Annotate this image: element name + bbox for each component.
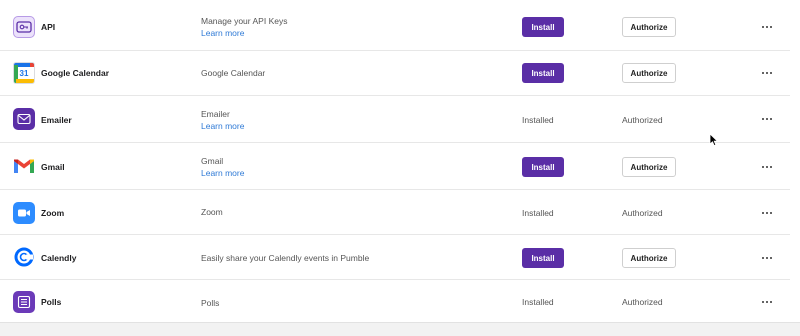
more-options-icon[interactable] [759, 253, 775, 263]
learn-more-link[interactable]: Learn more [201, 167, 244, 179]
integration-description: Polls [201, 297, 219, 309]
mouse-pointer-icon [709, 133, 719, 147]
integration-row-api: API Manage your API Keys Learn more Inst… [0, 0, 790, 51]
polls-icon [13, 291, 35, 313]
authorize-button[interactable]: Authorize [622, 248, 676, 268]
integration-name: Calendly [41, 253, 77, 263]
description-text: Gmail [201, 156, 224, 166]
description-text: Emailer [201, 109, 230, 119]
authorized-status: Authorized [622, 115, 663, 125]
api-icon [13, 16, 35, 38]
install-button[interactable]: Install [522, 248, 564, 268]
installed-status: Installed [522, 115, 554, 125]
learn-more-link[interactable]: Learn more [201, 27, 287, 39]
integration-description: Google Calendar [201, 67, 265, 79]
more-options-icon[interactable] [759, 68, 775, 78]
authorized-status: Authorized [622, 208, 663, 218]
install-button[interactable]: Install [522, 63, 564, 83]
authorize-button[interactable]: Authorize [622, 17, 676, 37]
integration-row-gmail: Gmail Gmail Learn more Install Authorize [0, 143, 790, 190]
description-text: Polls [201, 298, 220, 308]
emailer-icon [13, 108, 35, 130]
calendar-day-text: 31 [19, 69, 29, 78]
more-options-icon[interactable] [759, 297, 775, 307]
calendly-icon [13, 246, 35, 268]
integration-name: API [41, 22, 56, 32]
description-text: Manage your API Keys [201, 16, 288, 26]
description-text: Google Calendar [201, 68, 266, 78]
authorize-button[interactable]: Authorize [622, 157, 676, 177]
authorize-button[interactable]: Authorize [622, 63, 676, 83]
integration-row-calendly: Calendly Easily share your Calendly even… [0, 235, 790, 280]
gmail-icon [13, 155, 35, 177]
zoom-icon [13, 202, 35, 224]
integration-name: Polls [41, 297, 62, 307]
integration-row-zoom: Zoom Zoom Installed Authorized [0, 190, 790, 235]
integration-description: Manage your API Keys Learn more [201, 15, 287, 39]
integration-name: Google Calendar [41, 68, 110, 78]
integration-row-emailer: Emailer Emailer Learn more Installed Aut… [0, 96, 790, 143]
google-calendar-icon: 31 [13, 62, 35, 84]
integration-row-polls: Polls Polls Installed Authorized [0, 280, 790, 322]
install-button[interactable]: Install [522, 157, 564, 177]
integration-description: Emailer Learn more [201, 108, 244, 132]
learn-more-link[interactable]: Learn more [201, 120, 244, 132]
more-options-icon[interactable] [759, 114, 775, 124]
installed-status: Installed [522, 208, 554, 218]
description-text: Easily share your Calendly events in Pum… [201, 253, 370, 263]
install-button[interactable]: Install [522, 17, 564, 37]
more-options-icon[interactable] [759, 208, 775, 218]
integration-name: Gmail [41, 162, 65, 172]
more-options-icon[interactable] [759, 162, 775, 172]
installed-status: Installed [522, 297, 554, 307]
integration-description: Gmail Learn more [201, 155, 244, 179]
more-options-icon[interactable] [759, 22, 775, 32]
integration-row-google-calendar: 31 Google Calendar Google Calendar Insta… [0, 51, 790, 96]
integration-description: Zoom [201, 206, 223, 218]
authorized-status: Authorized [622, 297, 663, 307]
integration-name: Emailer [41, 115, 72, 125]
integration-name: Zoom [41, 208, 65, 218]
description-text: Zoom [201, 207, 223, 217]
bottom-bar [0, 322, 800, 336]
integration-description: Easily share your Calendly events in Pum… [201, 252, 369, 264]
